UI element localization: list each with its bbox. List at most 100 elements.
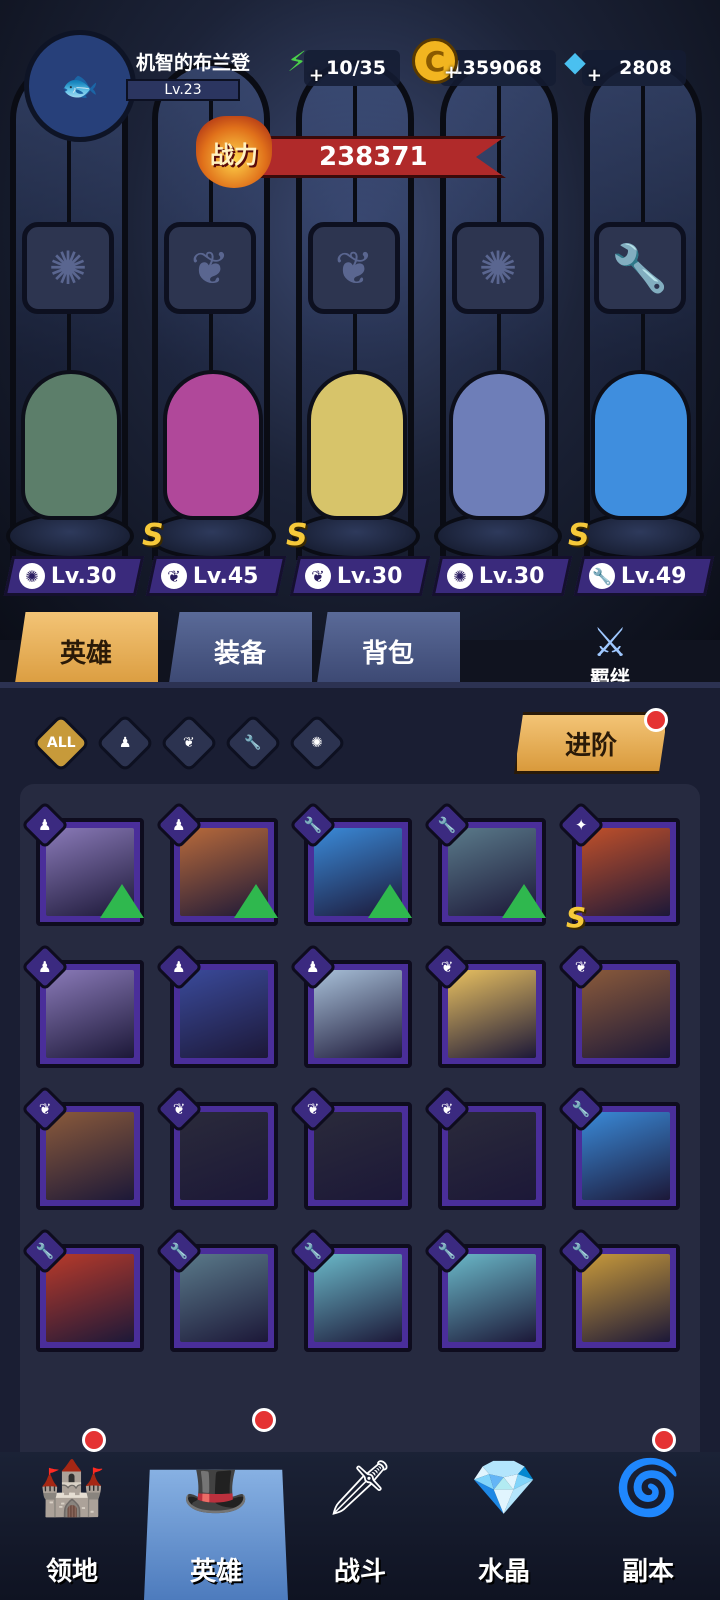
power-banner: 238371 [256, 136, 506, 178]
wizard-hat-icon: 🎩 [182, 1456, 250, 1519]
nav-battle[interactable]: 🗡 战斗 [288, 1452, 432, 1600]
player-avatar[interactable]: 🐟 [24, 30, 136, 142]
diamond-icon[interactable]: ◆ + [552, 38, 602, 87]
team-hero-mech-orb[interactable] [576, 360, 706, 530]
gold-coin-icon[interactable]: C + [412, 38, 459, 84]
nav-crystal-label: 水晶 [477, 1557, 530, 1587]
hero-portrait [180, 1112, 268, 1200]
hero-card[interactable]: ❦ [422, 1084, 546, 1210]
hero-portrait [46, 1254, 134, 1342]
tab-backpack[interactable]: 背包 [316, 612, 460, 690]
wrench-class-emblem: 🔧 [594, 222, 686, 314]
nav-dungeon[interactable]: 🌀 副本 [576, 1452, 720, 1600]
hero-card[interactable]: 🔧 [154, 1226, 278, 1352]
tab-equipment[interactable]: 装备 [168, 612, 312, 690]
team-hero-wolf-knight[interactable] [434, 360, 564, 530]
claw-class-icon: ✺ [447, 563, 473, 589]
notification-dot [644, 708, 668, 732]
portal-icon: 🌀 [614, 1456, 682, 1519]
hero-card[interactable]: ♟ [154, 942, 278, 1068]
hero-level-text: Lv.30 [51, 563, 117, 589]
hero-portrait [448, 970, 536, 1058]
advance-label: 进阶 [564, 730, 617, 761]
combat-power: 238371 战力 [196, 116, 506, 188]
castle-icon: 🏰 [38, 1456, 106, 1519]
hero-card[interactable]: ❦ [20, 1084, 144, 1210]
hero-portrait [314, 1112, 402, 1200]
claw-class-emblem: ✺ [22, 222, 114, 314]
hero-card[interactable]: 🔧 [422, 1226, 546, 1352]
filter-all-label: ALL [46, 735, 76, 751]
hero-card[interactable]: ❦ [288, 1084, 412, 1210]
gold-value: 1359068 [449, 57, 542, 79]
lightning-icon[interactable]: ⚡ + [274, 38, 324, 87]
claw-icon: ✺ [311, 734, 323, 751]
hero-level-badge: 🔧 Lv.49 [573, 556, 715, 596]
hero-card[interactable]: ♟ [154, 800, 278, 926]
rank-badge: S [142, 518, 164, 553]
hero-portrait [46, 970, 134, 1058]
wrench-class-icon: 🔧 [589, 563, 615, 589]
hero-card[interactable]: ♟ [20, 942, 144, 1068]
team-hero-succubus[interactable] [148, 360, 278, 530]
hero-portrait [180, 970, 268, 1058]
hero-portrait [582, 828, 670, 916]
nav-battle-label: 战斗 [333, 1557, 386, 1587]
nav-crystal[interactable]: 💎 水晶 [432, 1452, 576, 1600]
hero-card[interactable]: ❦ [422, 942, 546, 1068]
hero-level-text: Lv.30 [337, 563, 403, 589]
plus-icon: + [443, 62, 459, 83]
sword-icon: 🗡 [325, 1456, 395, 1519]
hero-card[interactable]: 🔧 [422, 800, 546, 926]
hero-card[interactable]: 🔧 [556, 1084, 680, 1210]
hero-portrait [591, 370, 691, 520]
crystal-icon: 💎 [470, 1456, 538, 1519]
player-name: 机智的布兰登 [136, 52, 251, 74]
tab-backpack-label: 背包 [361, 638, 414, 669]
fish-bowl-icon: 🐟 [61, 68, 99, 104]
claw-class-emblem: ✺ [452, 222, 544, 314]
hero-portrait [163, 370, 263, 520]
hero-level-badge: ✺ Lv.30 [3, 556, 145, 596]
plus-icon: + [308, 65, 324, 86]
hero-card[interactable]: 🔧 [288, 1226, 412, 1352]
hero-card[interactable]: 🔧 [556, 1226, 680, 1352]
tab-heroes[interactable]: 英雄 [14, 612, 158, 690]
upgrade-arrow-icon [502, 884, 546, 918]
wing-class-icon: ❦ [161, 563, 187, 589]
nav-territory[interactable]: 🏰 领地 [0, 1452, 144, 1600]
hero-card[interactable]: 🔧 [288, 800, 412, 926]
nav-territory-label: 领地 [45, 1557, 98, 1587]
hero-portrait [582, 970, 670, 1058]
team-hero-medusa[interactable] [6, 360, 136, 530]
hero-level-text: Lv.45 [193, 563, 259, 589]
wrench-icon: 🔧 [244, 735, 262, 751]
hero-card[interactable]: ❦ [556, 942, 680, 1068]
upgrade-arrow-icon [368, 884, 412, 918]
hero-card[interactable]: ❦ [154, 1084, 278, 1210]
hero-portrait [180, 1254, 268, 1342]
stamina-value: 10/35 [326, 57, 386, 79]
hero-portrait [582, 1254, 670, 1342]
hero-card[interactable]: ♟ [20, 800, 144, 926]
hero-card[interactable]: 🔧 [20, 1226, 144, 1352]
power-flame-icon: 战力 [196, 116, 272, 188]
hero-portrait [314, 1254, 402, 1342]
tab-equipment-label: 装备 [213, 638, 266, 669]
wing-class-emblem: ❦ [164, 222, 256, 314]
hero-level-badge: ❦ Lv.30 [289, 556, 431, 596]
nav-dungeon-label: 副本 [621, 1557, 674, 1587]
hero-card[interactable]: ♟ [288, 942, 412, 1068]
rank-badge: S [286, 518, 308, 553]
bottom-nav: 🏰 领地 🎩 英雄 🗡 战斗 💎 水晶 🌀 副本 [0, 1408, 720, 1600]
hero-portrait [21, 370, 121, 520]
player-level: Lv.23 [126, 79, 240, 101]
nav-heroes[interactable]: 🎩 英雄 [144, 1469, 288, 1600]
hero-level-badge: ❦ Lv.45 [145, 556, 287, 596]
claw-class-icon: ✺ [19, 563, 45, 589]
hero-card[interactable]: ✦ S [556, 800, 680, 934]
gem-value: 2808 [619, 57, 672, 79]
pawn-icon: ♟ [118, 735, 132, 751]
team-hero-paladin[interactable] [292, 360, 422, 530]
hero-portrait [314, 970, 402, 1058]
